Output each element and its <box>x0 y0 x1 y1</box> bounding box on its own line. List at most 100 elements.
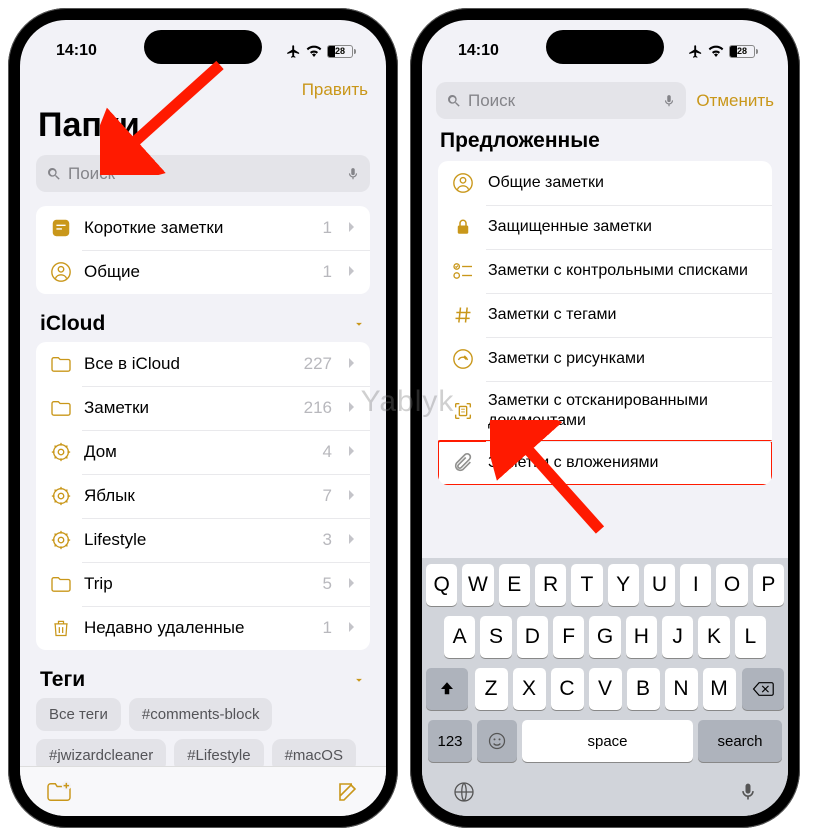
tag-item[interactable]: #comments-block <box>129 698 273 731</box>
cancel-button[interactable]: Отменить <box>696 91 774 111</box>
search-field[interactable]: Поиск <box>436 82 686 119</box>
hash-icon <box>452 305 474 325</box>
key-g[interactable]: G <box>589 616 620 658</box>
keyboard[interactable]: QWERTYUIOP ASDFGHJKL ZXCVBNM 123 <box>422 558 788 816</box>
bottom-toolbar <box>20 766 386 816</box>
key-q[interactable]: Q <box>426 564 457 606</box>
key-r[interactable]: R <box>535 564 566 606</box>
folder-row[interactable]: Дом4 <box>36 430 370 474</box>
mic-icon[interactable] <box>346 165 360 183</box>
folder-count: 227 <box>304 354 332 374</box>
wifi-icon <box>306 45 322 57</box>
key-m[interactable]: M <box>703 668 736 710</box>
tag-item[interactable]: #jwizardcleaner <box>36 739 166 766</box>
folder-count: 3 <box>323 530 332 550</box>
folder-count: 5 <box>323 574 332 594</box>
key-e[interactable]: E <box>499 564 530 606</box>
emoji-key[interactable] <box>477 720 517 762</box>
suggestion-label: Заметки с рисунками <box>488 349 645 369</box>
chevron-right-icon <box>348 620 356 636</box>
mic-icon[interactable] <box>662 92 676 110</box>
checklist-icon <box>452 262 474 280</box>
key-x[interactable]: X <box>513 668 546 710</box>
folder-row[interactable]: Trip5 <box>36 562 370 606</box>
folder-count: 4 <box>323 442 332 462</box>
key-b[interactable]: B <box>627 668 660 710</box>
dictate-icon[interactable] <box>738 780 758 804</box>
status-time: 14:10 <box>458 42 499 60</box>
folder-row[interactable]: Общие1 <box>36 250 370 294</box>
tag-item[interactable]: #Lifestyle <box>174 739 263 766</box>
tag-item[interactable]: #macOS <box>272 739 356 766</box>
key-s[interactable]: S <box>480 616 511 658</box>
suggestion-label: Заметки с вложениями <box>488 453 658 473</box>
search-field[interactable]: Поиск <box>36 155 370 192</box>
key-n[interactable]: N <box>665 668 698 710</box>
folder-row[interactable]: Яблык 7 <box>36 474 370 518</box>
suggestion-row[interactable]: Заметки с контрольными списками <box>438 249 772 293</box>
shift-key[interactable] <box>426 668 468 710</box>
key-c[interactable]: C <box>551 668 584 710</box>
key-y[interactable]: Y <box>608 564 639 606</box>
space-key[interactable]: space <box>522 720 693 762</box>
tag-item[interactable]: Все теги <box>36 698 121 731</box>
folder-label: Короткие заметки <box>84 218 311 238</box>
attach-icon <box>452 452 474 474</box>
folder-row[interactable]: Lifestyle 3 <box>36 518 370 562</box>
suggestion-row[interactable]: Заметки с отсканированными документами <box>438 381 772 441</box>
page-title: Папки <box>20 106 386 151</box>
key-j[interactable]: J <box>662 616 693 658</box>
key-a[interactable]: A <box>444 616 475 658</box>
edit-button[interactable]: Править <box>302 80 368 100</box>
suggested-header: Предложенные <box>422 129 788 161</box>
wifi-icon <box>708 45 724 57</box>
folder-count: 7 <box>323 486 332 506</box>
key-k[interactable]: K <box>698 616 729 658</box>
key-w[interactable]: W <box>462 564 493 606</box>
smart-icon <box>50 441 72 463</box>
suggestion-label: Заметки с тегами <box>488 305 616 325</box>
key-p[interactable]: P <box>753 564 784 606</box>
key-l[interactable]: L <box>735 616 766 658</box>
suggestion-label: Общие заметки <box>488 173 604 193</box>
folder-row[interactable]: Заметки216 <box>36 386 370 430</box>
chevron-down-icon <box>352 317 366 331</box>
suggestion-row[interactable]: Заметки с вложениями <box>438 441 772 485</box>
key-o[interactable]: O <box>716 564 747 606</box>
suggested-card: Общие заметки Защищенные заметки Заметки с… <box>438 161 772 485</box>
key-v[interactable]: V <box>589 668 622 710</box>
numbers-key[interactable]: 123 <box>428 720 472 762</box>
smart-icon <box>50 485 72 507</box>
suggestion-row[interactable]: Общие заметки <box>438 161 772 205</box>
chevron-right-icon <box>348 444 356 460</box>
key-i[interactable]: I <box>680 564 711 606</box>
search-key[interactable]: search <box>698 720 782 762</box>
compose-icon[interactable] <box>336 780 360 804</box>
key-d[interactable]: D <box>517 616 548 658</box>
key-z[interactable]: Z <box>475 668 508 710</box>
watermark: Yablyk <box>361 385 455 419</box>
folder-row[interactable]: Короткие заметки1 <box>36 206 370 250</box>
key-f[interactable]: F <box>553 616 584 658</box>
key-h[interactable]: H <box>626 616 657 658</box>
airplane-icon <box>688 44 703 59</box>
globe-icon[interactable] <box>452 780 476 804</box>
chevron-down-icon <box>352 673 366 687</box>
folder-row[interactable]: Все в iCloud227 <box>36 342 370 386</box>
suggestion-label: Заметки с контрольными списками <box>488 261 748 281</box>
key-u[interactable]: U <box>644 564 675 606</box>
new-folder-icon[interactable] <box>46 781 72 803</box>
key-t[interactable]: T <box>571 564 602 606</box>
suggestion-row[interactable]: Заметки с рисунками <box>438 337 772 381</box>
folder-row[interactable]: Недавно удаленные1 <box>36 606 370 650</box>
dynamic-island <box>546 30 664 64</box>
folder-label: Яблык <box>84 486 311 506</box>
chevron-right-icon <box>348 264 356 280</box>
suggestion-row[interactable]: Защищенные заметки <box>438 205 772 249</box>
icloud-section-header[interactable]: iCloud <box>36 312 370 342</box>
suggestion-row[interactable]: Заметки с тегами <box>438 293 772 337</box>
backspace-key[interactable] <box>742 668 784 710</box>
tags-section-header[interactable]: Теги <box>36 668 370 698</box>
folder-label: Lifestyle <box>84 530 311 550</box>
folder-label: Общие <box>84 262 311 282</box>
